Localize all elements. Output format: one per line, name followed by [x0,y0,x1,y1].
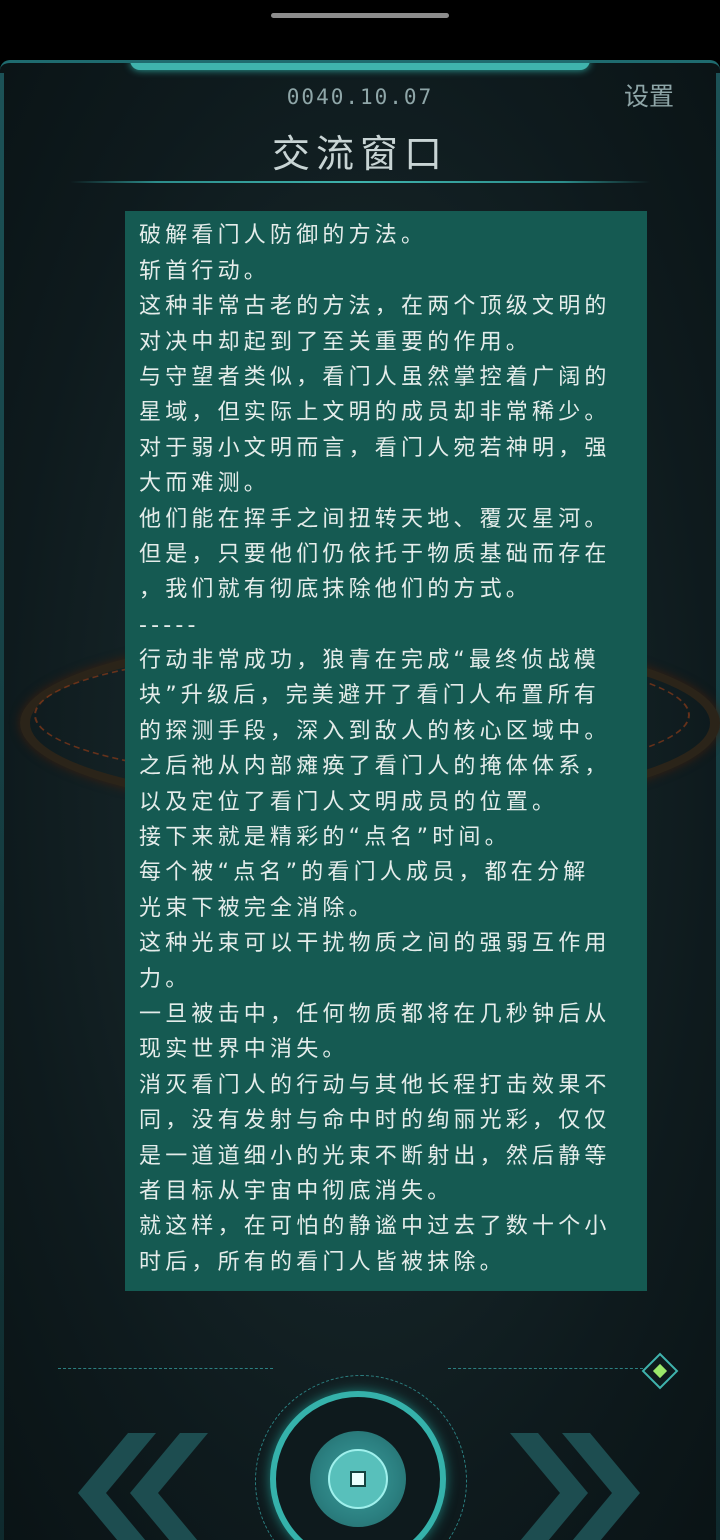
dialog-line: 这种光束可以干扰物质之间的强弱互作用 [139,931,611,957]
double-chevron-right-icon[interactable] [510,1433,650,1540]
center-button[interactable] [310,1431,406,1527]
control-dash-line-right [448,1368,643,1369]
message-scroll-area[interactable]: 挂进问候奖励的预告信，前提奖事报到了破解看门人防御的方法。斩首行动。这种非常古老… [125,211,647,1291]
control-dash-line-left [58,1368,273,1369]
dialog-line: 接下来就是精彩的“点名”时间。 [139,825,511,851]
indicator-core [652,1363,668,1379]
dialog-line: 之后祂从内部瘫痪了看门人的掩体体系， [139,754,611,780]
dialog-line: 光束下被完全消除。 [139,895,375,921]
status-bar-handle [271,13,449,18]
center-square-button-icon [350,1471,366,1487]
dialog-line: 与守望者类似，看门人虽然掌控着广阔的 [139,364,611,390]
green-diamond-indicator-icon [641,1352,679,1390]
dialog-line: 力。 [139,966,192,992]
dialog-line: 星域，但实际上文明的成员却非常稀少。 [139,400,611,426]
dialog-line: ，我们就有彻底抹除他们的方式。 [139,577,533,603]
dialog-line: 时后，所有的看门人皆被抹除。 [139,1249,506,1275]
dialog-line: 块”升级后，完美避开了看门人布置所有 [139,683,600,709]
page-title: 交流窗口 [271,132,448,176]
title-divider [70,181,650,183]
game-date: 0040.10.07 [286,85,434,109]
screen: 0040.10.07 设置 交流窗口 挂进问候奖励的预告信，前提奖事报到了破解看… [0,0,720,1540]
dialog-line: ----- [139,612,200,638]
settings-button[interactable]: 设置 [624,77,674,113]
message-text: 挂进问候奖励的预告信，前提奖事报到了破解看门人防御的方法。斩首行动。这种非常古老… [139,211,647,1280]
dialog-line: 大而难测。 [139,471,271,497]
dialog-line: 对决中却起到了至关重要的作用。 [139,329,533,355]
panel-top-accent [130,63,590,70]
center-button-inner-ring [328,1449,388,1509]
dialog-line: 消灭看门人的行动与其他长程打击效果不 [139,1072,611,1098]
dialog-line: 现实世界中消失。 [139,1037,349,1063]
panel-left-border [0,73,4,1540]
double-chevron-left-icon[interactable] [68,1433,208,1540]
panel-right-border [716,73,720,1540]
dialog-line: 一旦被击中，任何物质都将在几秒钟后从 [139,1001,611,1027]
dialog-line: 但是，只要他们仍依托于物质基础而存在 [139,541,611,567]
dialog-line: 破解看门人防御的方法。 [139,223,428,249]
dialog-panel: 0040.10.07 设置 交流窗口 挂进问候奖励的预告信，前提奖事报到了破解看… [0,60,720,1540]
dialog-line: 对于弱小文明而言，看门人宛若神明，强 [139,435,611,461]
dialog-line: 这种非常古老的方法，在两个顶级文明的 [139,294,611,320]
dialog-line: 者目标从宇宙中彻底消失。 [139,1178,454,1204]
dialog-line: 同，没有发射与命中时的绚丽光彩，仅仅 [139,1108,611,1134]
dialog-line: 挂进问候奖励的预告信，前提奖事报到了 [139,211,647,218]
dialog-line: 他们能在挥手之间扭转天地、覆灭星河。 [139,506,611,532]
dialog-line: 以及定位了看门人文明成员的位置。 [139,789,559,815]
dialog-line: 行动非常成功，狼青在完成“最终侦战模 [139,648,600,674]
bottom-controls [0,1333,720,1540]
dialog-line: 就这样，在可怕的静谧中过去了数十个小 [139,1214,611,1240]
dialog-line: 每个被“点名”的看门人成员，都在分解 [139,860,590,886]
dialog-line: 的探测手段，深入到敌人的核心区域中。 [139,718,611,744]
dialog-line: 斩首行动。 [139,258,271,284]
dialog-line: 是一道道细小的光束不断射出，然后静等 [139,1143,611,1169]
